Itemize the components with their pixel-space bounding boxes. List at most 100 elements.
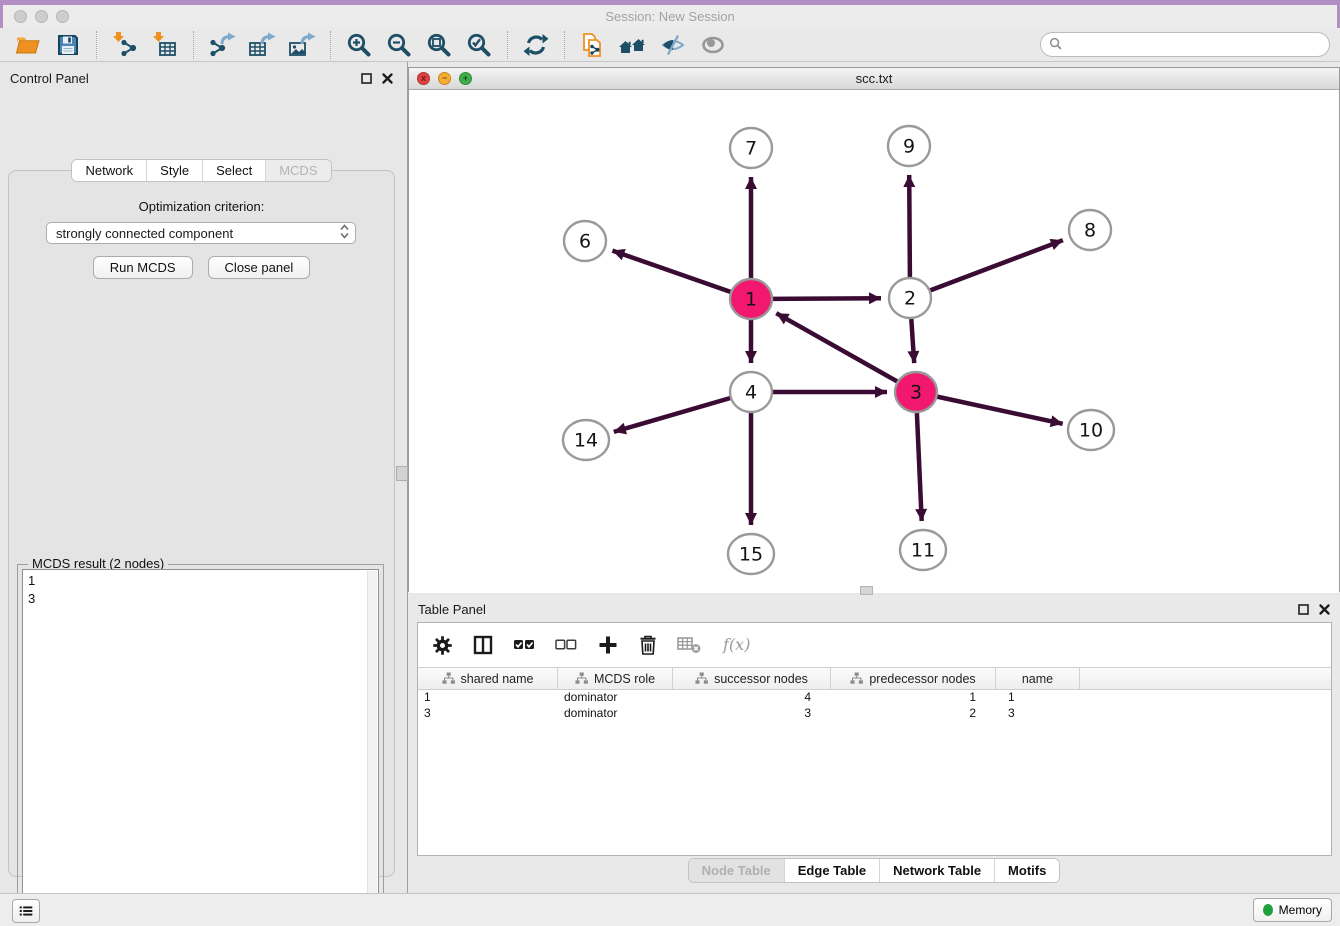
export-image-button[interactable] xyxy=(288,31,316,59)
deselect-all-button[interactable] xyxy=(555,634,578,656)
header-cell-name[interactable]: name xyxy=(996,668,1080,689)
graph-edge-2-3[interactable] xyxy=(911,319,914,363)
table-cell[interactable]: 1 xyxy=(996,690,1080,706)
graph-edge-3-1[interactable] xyxy=(776,313,897,382)
horizontal-splitter-grip[interactable] xyxy=(860,586,873,595)
graph-edge-1-2[interactable] xyxy=(772,298,881,299)
svg-text:8: 8 xyxy=(1084,220,1096,242)
table-cell[interactable]: dominator xyxy=(558,706,673,722)
search-box[interactable] xyxy=(1040,32,1330,57)
header-cell-mcds-role[interactable]: MCDS role xyxy=(558,668,673,689)
graph-node-2[interactable]: 2 xyxy=(889,278,931,318)
create-column-button[interactable] xyxy=(597,634,619,656)
graph-node-1[interactable]: 1 xyxy=(730,279,772,319)
graph-edge-2-9[interactable] xyxy=(909,175,910,277)
tab-network[interactable]: Network xyxy=(72,160,147,181)
header-cell-shared-name[interactable]: shared name xyxy=(418,668,558,689)
column-label: predecessor nodes xyxy=(869,672,975,686)
table-cell[interactable]: 4 xyxy=(673,690,831,706)
mcds-result-line: 1 xyxy=(28,572,378,590)
select-all-button[interactable] xyxy=(513,634,536,656)
table-cell[interactable]: 1 xyxy=(831,690,996,706)
tab-node-table[interactable]: Node Table xyxy=(689,859,785,882)
close-panel-button[interactable]: Close panel xyxy=(208,256,311,279)
table-cell[interactable]: 3 xyxy=(418,706,558,722)
graph-node-8[interactable]: 8 xyxy=(1069,210,1111,250)
float-panel-icon[interactable] xyxy=(1298,604,1309,615)
hide-graphics-details-button[interactable] xyxy=(659,31,687,59)
task-history-button[interactable] xyxy=(12,899,40,923)
export-table-button[interactable] xyxy=(248,31,276,59)
svg-text:11: 11 xyxy=(911,540,935,562)
graph-node-4[interactable]: 4 xyxy=(730,372,772,412)
graph-edge-3-11[interactable] xyxy=(917,413,922,521)
tab-style[interactable]: Style xyxy=(147,160,203,181)
optimization-criterion-label: Optimization criterion: xyxy=(9,199,394,214)
network-window-title: scc.txt xyxy=(409,71,1339,86)
tab-network-table[interactable]: Network Table xyxy=(880,859,995,882)
memory-status-icon xyxy=(1263,904,1273,916)
show-graphics-details-button[interactable] xyxy=(699,31,727,59)
table-row[interactable]: 1dominator411 xyxy=(418,690,1331,706)
table-row[interactable]: 3dominator323 xyxy=(418,706,1331,722)
graph-node-10[interactable]: 10 xyxy=(1068,410,1114,450)
search-input[interactable] xyxy=(1067,34,1329,56)
svg-text:f(x): f(x) xyxy=(722,635,750,654)
graph-node-11[interactable]: 11 xyxy=(900,530,946,570)
table-cell[interactable]: 1 xyxy=(418,690,558,706)
tab-select[interactable]: Select xyxy=(203,160,266,181)
optimization-select[interactable]: strongly connected component xyxy=(46,222,356,244)
delete-table-button xyxy=(677,635,702,655)
duplicate-network-button[interactable] xyxy=(579,31,607,59)
table-panel: Table Panel f(x) shared nameMCDS rolesuc… xyxy=(408,595,1340,888)
tab-motifs[interactable]: Motifs xyxy=(995,859,1059,882)
float-panel-icon[interactable] xyxy=(361,73,372,84)
vertical-splitter-grip[interactable] xyxy=(396,466,408,481)
close-panel-icon[interactable] xyxy=(1319,604,1330,615)
apply-layout-button[interactable] xyxy=(522,31,550,59)
graph-edge-1-6[interactable] xyxy=(612,251,731,293)
table-cell[interactable]: 3 xyxy=(996,706,1080,722)
table-cell[interactable]: dominator xyxy=(558,690,673,706)
table-cell[interactable]: 2 xyxy=(831,706,996,722)
table-cell[interactable]: 3 xyxy=(673,706,831,722)
table-panel-title: Table Panel xyxy=(418,602,486,617)
graph-node-14[interactable]: 14 xyxy=(563,420,609,460)
header-cell-successor-nodes[interactable]: successor nodes xyxy=(673,668,831,689)
table-settings-button[interactable] xyxy=(432,635,453,656)
run-mcds-button[interactable]: Run MCDS xyxy=(93,256,193,279)
mcds-result-textarea[interactable]: 13 xyxy=(22,569,379,926)
column-label: name xyxy=(1022,672,1053,686)
graph-node-6[interactable]: 6 xyxy=(564,221,606,261)
node-table-container: f(x) shared nameMCDS rolesuccessor nodes… xyxy=(417,622,1332,856)
result-scrollbar[interactable] xyxy=(367,571,377,926)
tab-edge-table[interactable]: Edge Table xyxy=(785,859,880,882)
graph-node-9[interactable]: 9 xyxy=(888,126,930,166)
zoom-selected-button[interactable] xyxy=(465,31,493,59)
network-graph[interactable]: 7 9 6 8 1 2 4 3 14 10 15 11 xyxy=(409,90,1339,593)
first-neighbors-button[interactable] xyxy=(619,31,647,59)
graph-edge-4-14[interactable] xyxy=(614,398,731,432)
import-network-button[interactable] xyxy=(111,31,139,59)
save-session-button[interactable] xyxy=(54,31,82,59)
import-table-button[interactable] xyxy=(151,31,179,59)
show-columns-button[interactable] xyxy=(472,634,494,656)
network-canvas[interactable]: 7 9 6 8 1 2 4 3 14 10 15 11 xyxy=(409,90,1339,593)
zoom-out-button[interactable] xyxy=(385,31,413,59)
zoom-in-button[interactable] xyxy=(345,31,373,59)
graph-node-7[interactable]: 7 xyxy=(730,128,772,168)
header-cell-predecessor-nodes[interactable]: predecessor nodes xyxy=(831,668,996,689)
open-session-button[interactable] xyxy=(14,31,42,59)
export-network-button[interactable] xyxy=(208,31,236,59)
delete-columns-button[interactable] xyxy=(638,634,658,656)
close-panel-icon[interactable] xyxy=(382,73,393,84)
graph-node-15[interactable]: 15 xyxy=(728,534,774,574)
zoom-fit-button[interactable] xyxy=(425,31,453,59)
graph-edge-3-10[interactable] xyxy=(937,397,1063,424)
network-window-titlebar[interactable]: x − + scc.txt xyxy=(409,68,1339,90)
search-icon xyxy=(1049,37,1062,53)
graph-edge-2-8[interactable] xyxy=(930,240,1063,290)
graph-node-3[interactable]: 3 xyxy=(895,372,937,412)
tab-mcds[interactable]: MCDS xyxy=(266,160,330,181)
memory-button[interactable]: Memory xyxy=(1253,898,1332,922)
